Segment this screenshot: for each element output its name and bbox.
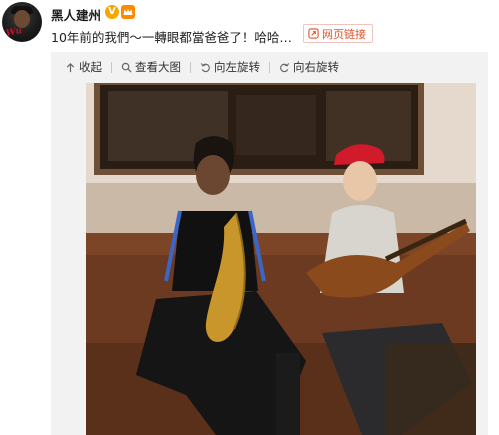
user-avatar[interactable]: Wu bbox=[2, 2, 42, 42]
rotate-right-icon bbox=[280, 62, 290, 72]
avatar-logo-mark: Wu bbox=[5, 25, 24, 40]
toolbar-divider bbox=[111, 61, 112, 73]
collapse-button[interactable]: 收起 bbox=[65, 59, 102, 75]
crown-member-icon[interactable] bbox=[120, 4, 136, 20]
arrow-up-icon bbox=[66, 62, 75, 72]
web-link-label: 网页链接 bbox=[322, 27, 366, 41]
rotate-left-icon bbox=[200, 62, 210, 72]
collapse-label: 收起 bbox=[79, 60, 102, 74]
media-viewer: 收起 查看大图 向左旋转 向右旋转 bbox=[51, 52, 488, 435]
link-icon bbox=[308, 28, 319, 39]
rotate-right-button[interactable]: 向右旋转 bbox=[279, 59, 339, 75]
view-large-label: 查看大图 bbox=[135, 60, 181, 74]
username-link[interactable]: 黑人建州 bbox=[51, 5, 101, 24]
post-text: 10年前的我們～一轉眼都當爸爸了！哈哈… bbox=[51, 30, 292, 45]
magnifier-icon bbox=[121, 62, 132, 73]
verified-badge-icon[interactable]: V bbox=[105, 5, 119, 19]
toolbar-divider bbox=[190, 61, 191, 73]
post-photo[interactable] bbox=[86, 83, 476, 435]
rotate-left-button[interactable]: 向左旋转 bbox=[200, 59, 260, 75]
view-large-button[interactable]: 查看大图 bbox=[121, 59, 181, 75]
rotate-right-label: 向右旋转 bbox=[293, 60, 339, 74]
toolbar-divider bbox=[269, 61, 270, 73]
web-link-button[interactable]: 网页链接 bbox=[303, 24, 373, 43]
rotate-left-label: 向左旋转 bbox=[214, 60, 260, 74]
media-toolbar: 收起 查看大图 向左旋转 向右旋转 bbox=[51, 52, 488, 82]
